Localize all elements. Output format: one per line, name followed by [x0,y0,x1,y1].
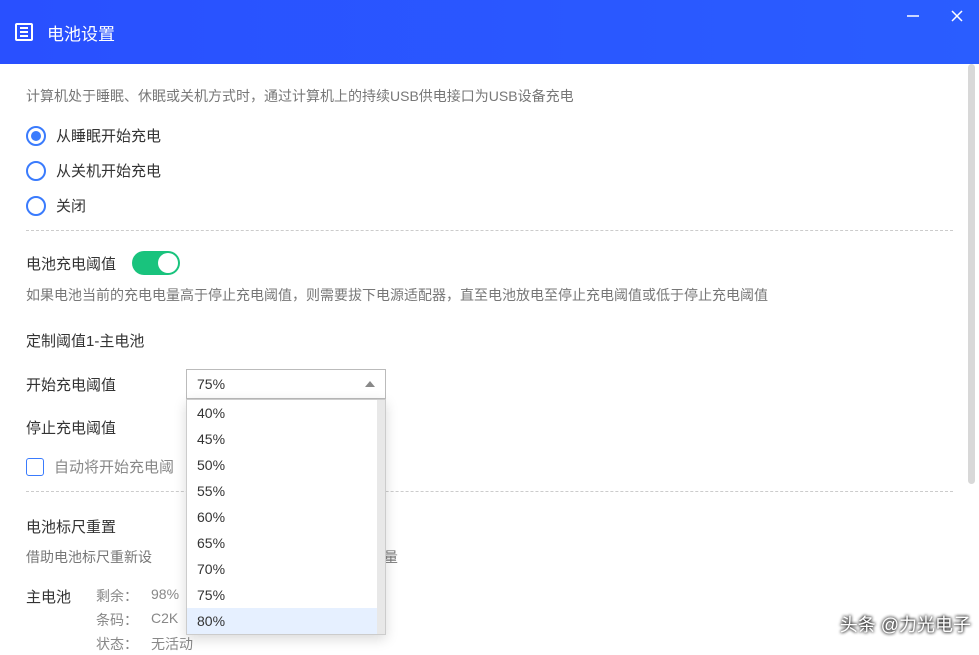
dropdown-item[interactable]: 80% [187,608,377,634]
radio-from-shutdown[interactable]: 从关机开始充电 [26,160,953,181]
minimize-button[interactable] [901,4,925,28]
radio-icon [26,161,46,181]
threshold-toggle-row: 电池充电阈值 [26,251,953,275]
auto-threshold-label: 自动将开始充电阈 [54,456,174,477]
dropdown-item[interactable]: 75% [187,582,377,608]
info-status: 状态： 无活动 [96,634,193,654]
dropdown-item[interactable]: 70% [187,556,377,582]
dropdown-item[interactable]: 55% [187,478,377,504]
auto-threshold-row: 自动将开始充电阈 5个百分点 [26,456,953,477]
stop-threshold-label: 停止充电阈值 [26,417,126,438]
dropdown-item[interactable]: 40% [187,400,377,426]
watermark: 头条 @力光电子 [840,611,971,637]
info-barcode: 条码： C2K [96,610,193,630]
usb-charge-radio-group: 从睡眠开始充电 从关机开始充电 关闭 [26,125,953,216]
scrollbar-track [968,64,975,604]
radio-label: 从睡眠开始充电 [56,125,161,146]
dropdown-item[interactable]: 60% [187,504,377,530]
window-title: 电池设置 [47,20,115,45]
app-icon [15,23,33,41]
radio-icon [26,126,46,146]
content-area: 计算机处于睡眠、休眠或关机方式时，通过计算机上的持续USB供电接口为USB设备充… [0,64,979,655]
stop-threshold-row: 停止充电阈值 [26,417,953,438]
main-battery-info: 主电池 剩余： 98% 条码： C2K 状态： 无活动 [26,586,953,654]
auto-threshold-checkbox[interactable] [26,458,44,476]
reset-hint: 借助电池标尺重新设 也估计完全充电量 [26,547,953,568]
dropdown-item[interactable]: 65% [187,530,377,556]
start-threshold-select[interactable]: 75% [186,369,386,399]
threshold-subtitle: 定制阈值1-主电池 [26,330,953,351]
start-threshold-row: 开始充电阈值 75% 40% 45% 50% 55% 60% 65% 70% 7… [26,369,953,399]
separator [26,230,953,231]
scrollbar-thumb[interactable] [968,64,975,484]
dropdown-item[interactable]: 45% [187,426,377,452]
select-value: 75% [197,376,225,392]
radio-off[interactable]: 关闭 [26,195,953,216]
info-remaining: 剩余： 98% [96,586,193,606]
close-button[interactable] [945,4,969,28]
reset-title: 电池标尺重置 [26,516,953,537]
titlebar: 电池设置 [0,0,979,64]
main-battery-label: 主电池 [26,586,96,654]
start-threshold-label: 开始充电阈值 [26,374,126,395]
radio-icon [26,196,46,216]
separator [26,491,953,492]
threshold-hint: 如果电池当前的充电电量高于停止充电阈值，则需要拔下电源适配器，直至电池放电至停止… [26,285,953,306]
window-controls [901,4,969,28]
radio-from-sleep[interactable]: 从睡眠开始充电 [26,125,953,146]
threshold-dropdown: 40% 45% 50% 55% 60% 65% 70% 75% 80% [186,399,386,635]
radio-label: 关闭 [56,195,86,216]
threshold-title: 电池充电阈值 [26,253,116,274]
reset-section: 电池标尺重置 借助电池标尺重新设 也估计完全充电量 主电池 剩余： 98% 条码… [26,516,953,654]
threshold-toggle[interactable] [132,251,180,275]
chevron-up-icon [365,381,375,387]
radio-label: 从关机开始充电 [56,160,161,181]
usb-charge-description: 计算机处于睡眠、休眠或关机方式时，通过计算机上的持续USB供电接口为USB设备充… [26,86,953,107]
dropdown-item[interactable]: 50% [187,452,377,478]
